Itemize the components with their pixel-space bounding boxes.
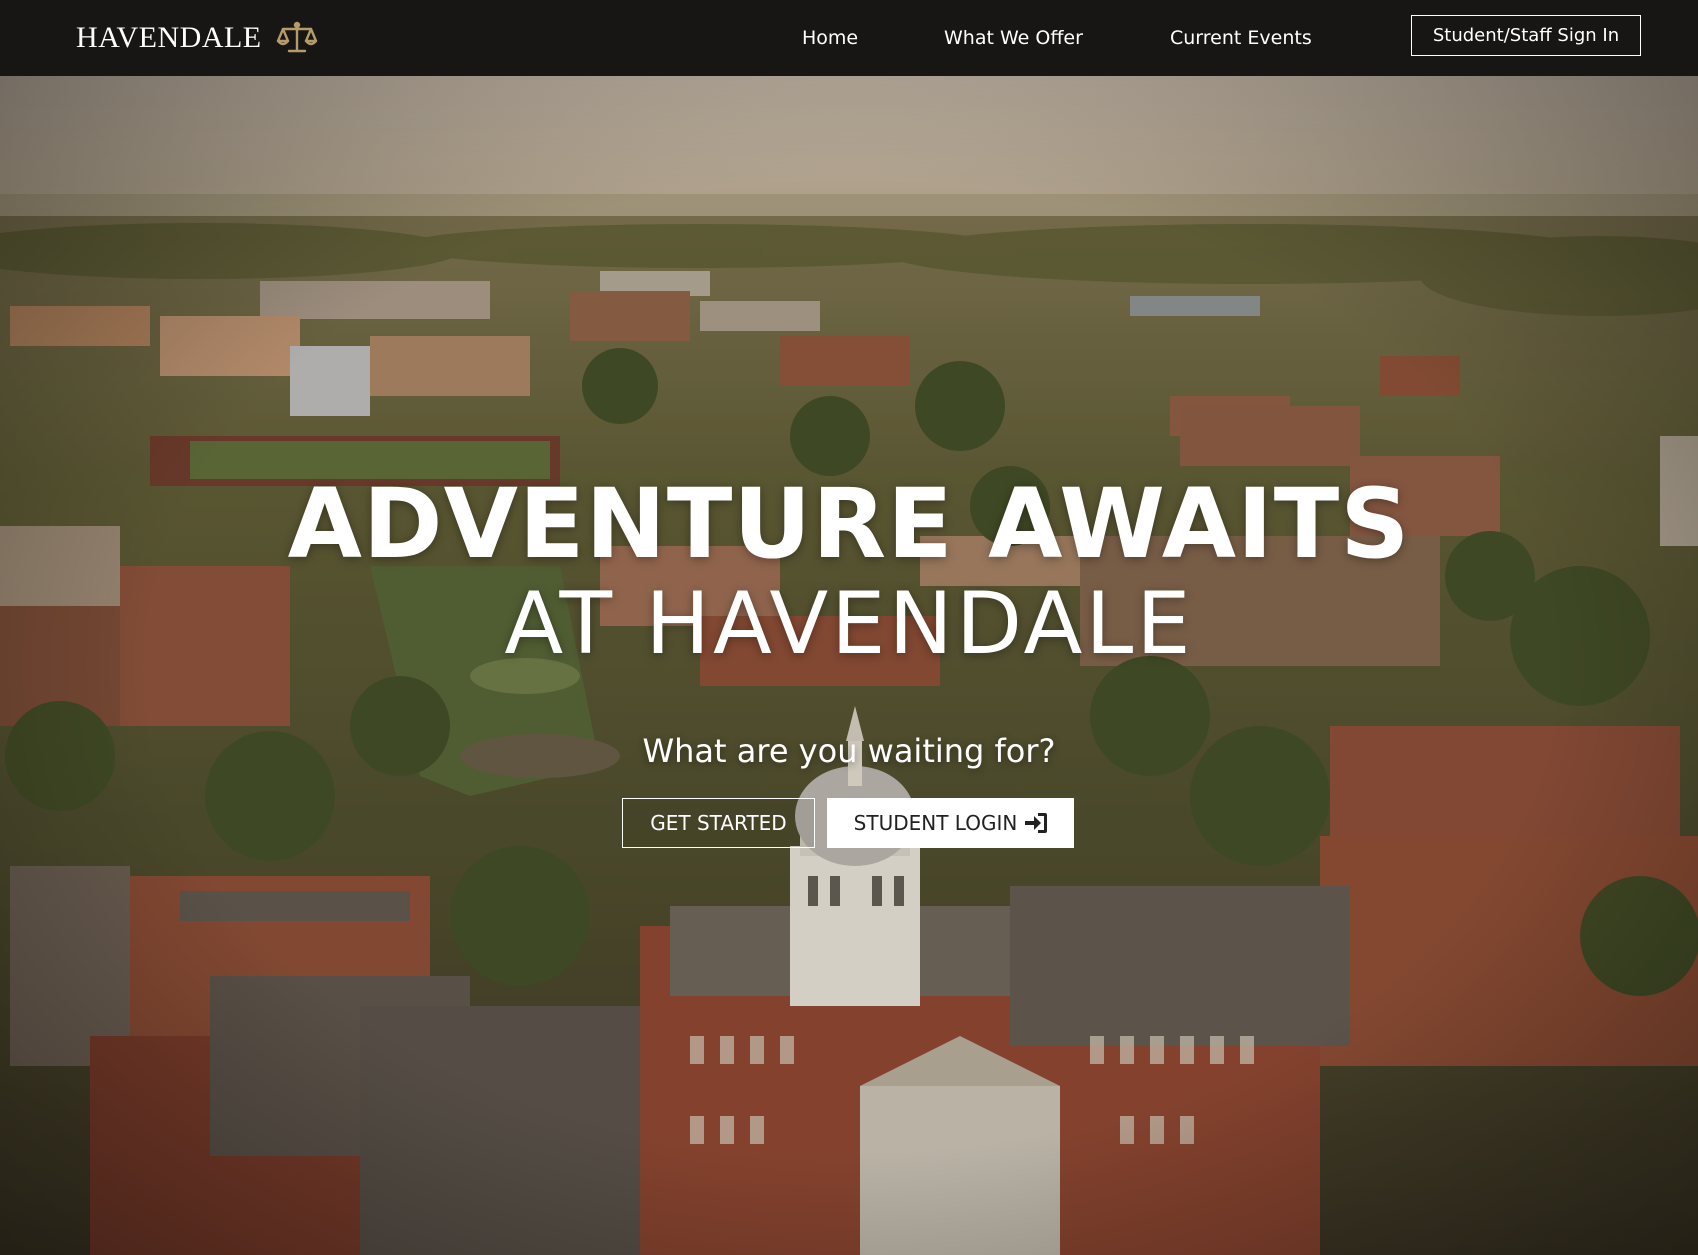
scales-icon	[276, 20, 318, 56]
get-started-button[interactable]: GET STARTED	[622, 798, 815, 848]
hero-subheadline: AT HAVENDALE	[504, 574, 1194, 674]
brand-name[interactable]: HAVENDALE	[76, 21, 262, 55]
staff-sign-in-button[interactable]: Student/Staff Sign In	[1411, 15, 1641, 56]
hero-tagline: What are you waiting for?	[642, 732, 1056, 770]
top-navbar: HAVENDALE Home What We Offer Current Eve…	[0, 0, 1698, 76]
nav-current-events[interactable]: Current Events	[1170, 27, 1312, 49]
sign-in-icon	[1025, 813, 1048, 833]
hero-content: ADVENTURE AWAITS AT HAVENDALE What are y…	[0, 76, 1698, 1255]
brand-logo[interactable]: HAVENDALE	[76, 0, 318, 76]
nav-what-we-offer[interactable]: What We Offer	[944, 27, 1083, 49]
nav-home[interactable]: Home	[802, 27, 858, 49]
cta-buttons: GET STARTED STUDENT LOGIN	[0, 798, 1698, 848]
student-login-label: STUDENT LOGIN	[853, 811, 1018, 835]
student-login-button[interactable]: STUDENT LOGIN	[827, 798, 1074, 848]
hero-headline: ADVENTURE AWAITS	[287, 468, 1411, 580]
hero-section: ADVENTURE AWAITS AT HAVENDALE What are y…	[0, 76, 1698, 1255]
